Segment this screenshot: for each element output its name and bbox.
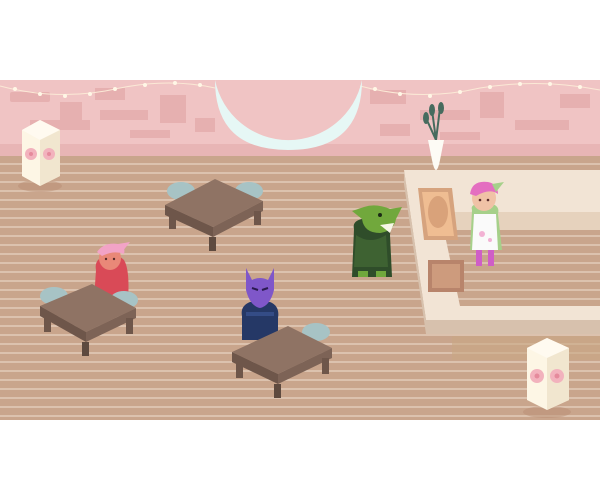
back-wall (0, 80, 600, 156)
game-scene (0, 80, 600, 420)
cutting-board (428, 260, 464, 292)
purple-horned-customer[interactable] (241, 268, 279, 340)
menu-board (418, 188, 458, 240)
